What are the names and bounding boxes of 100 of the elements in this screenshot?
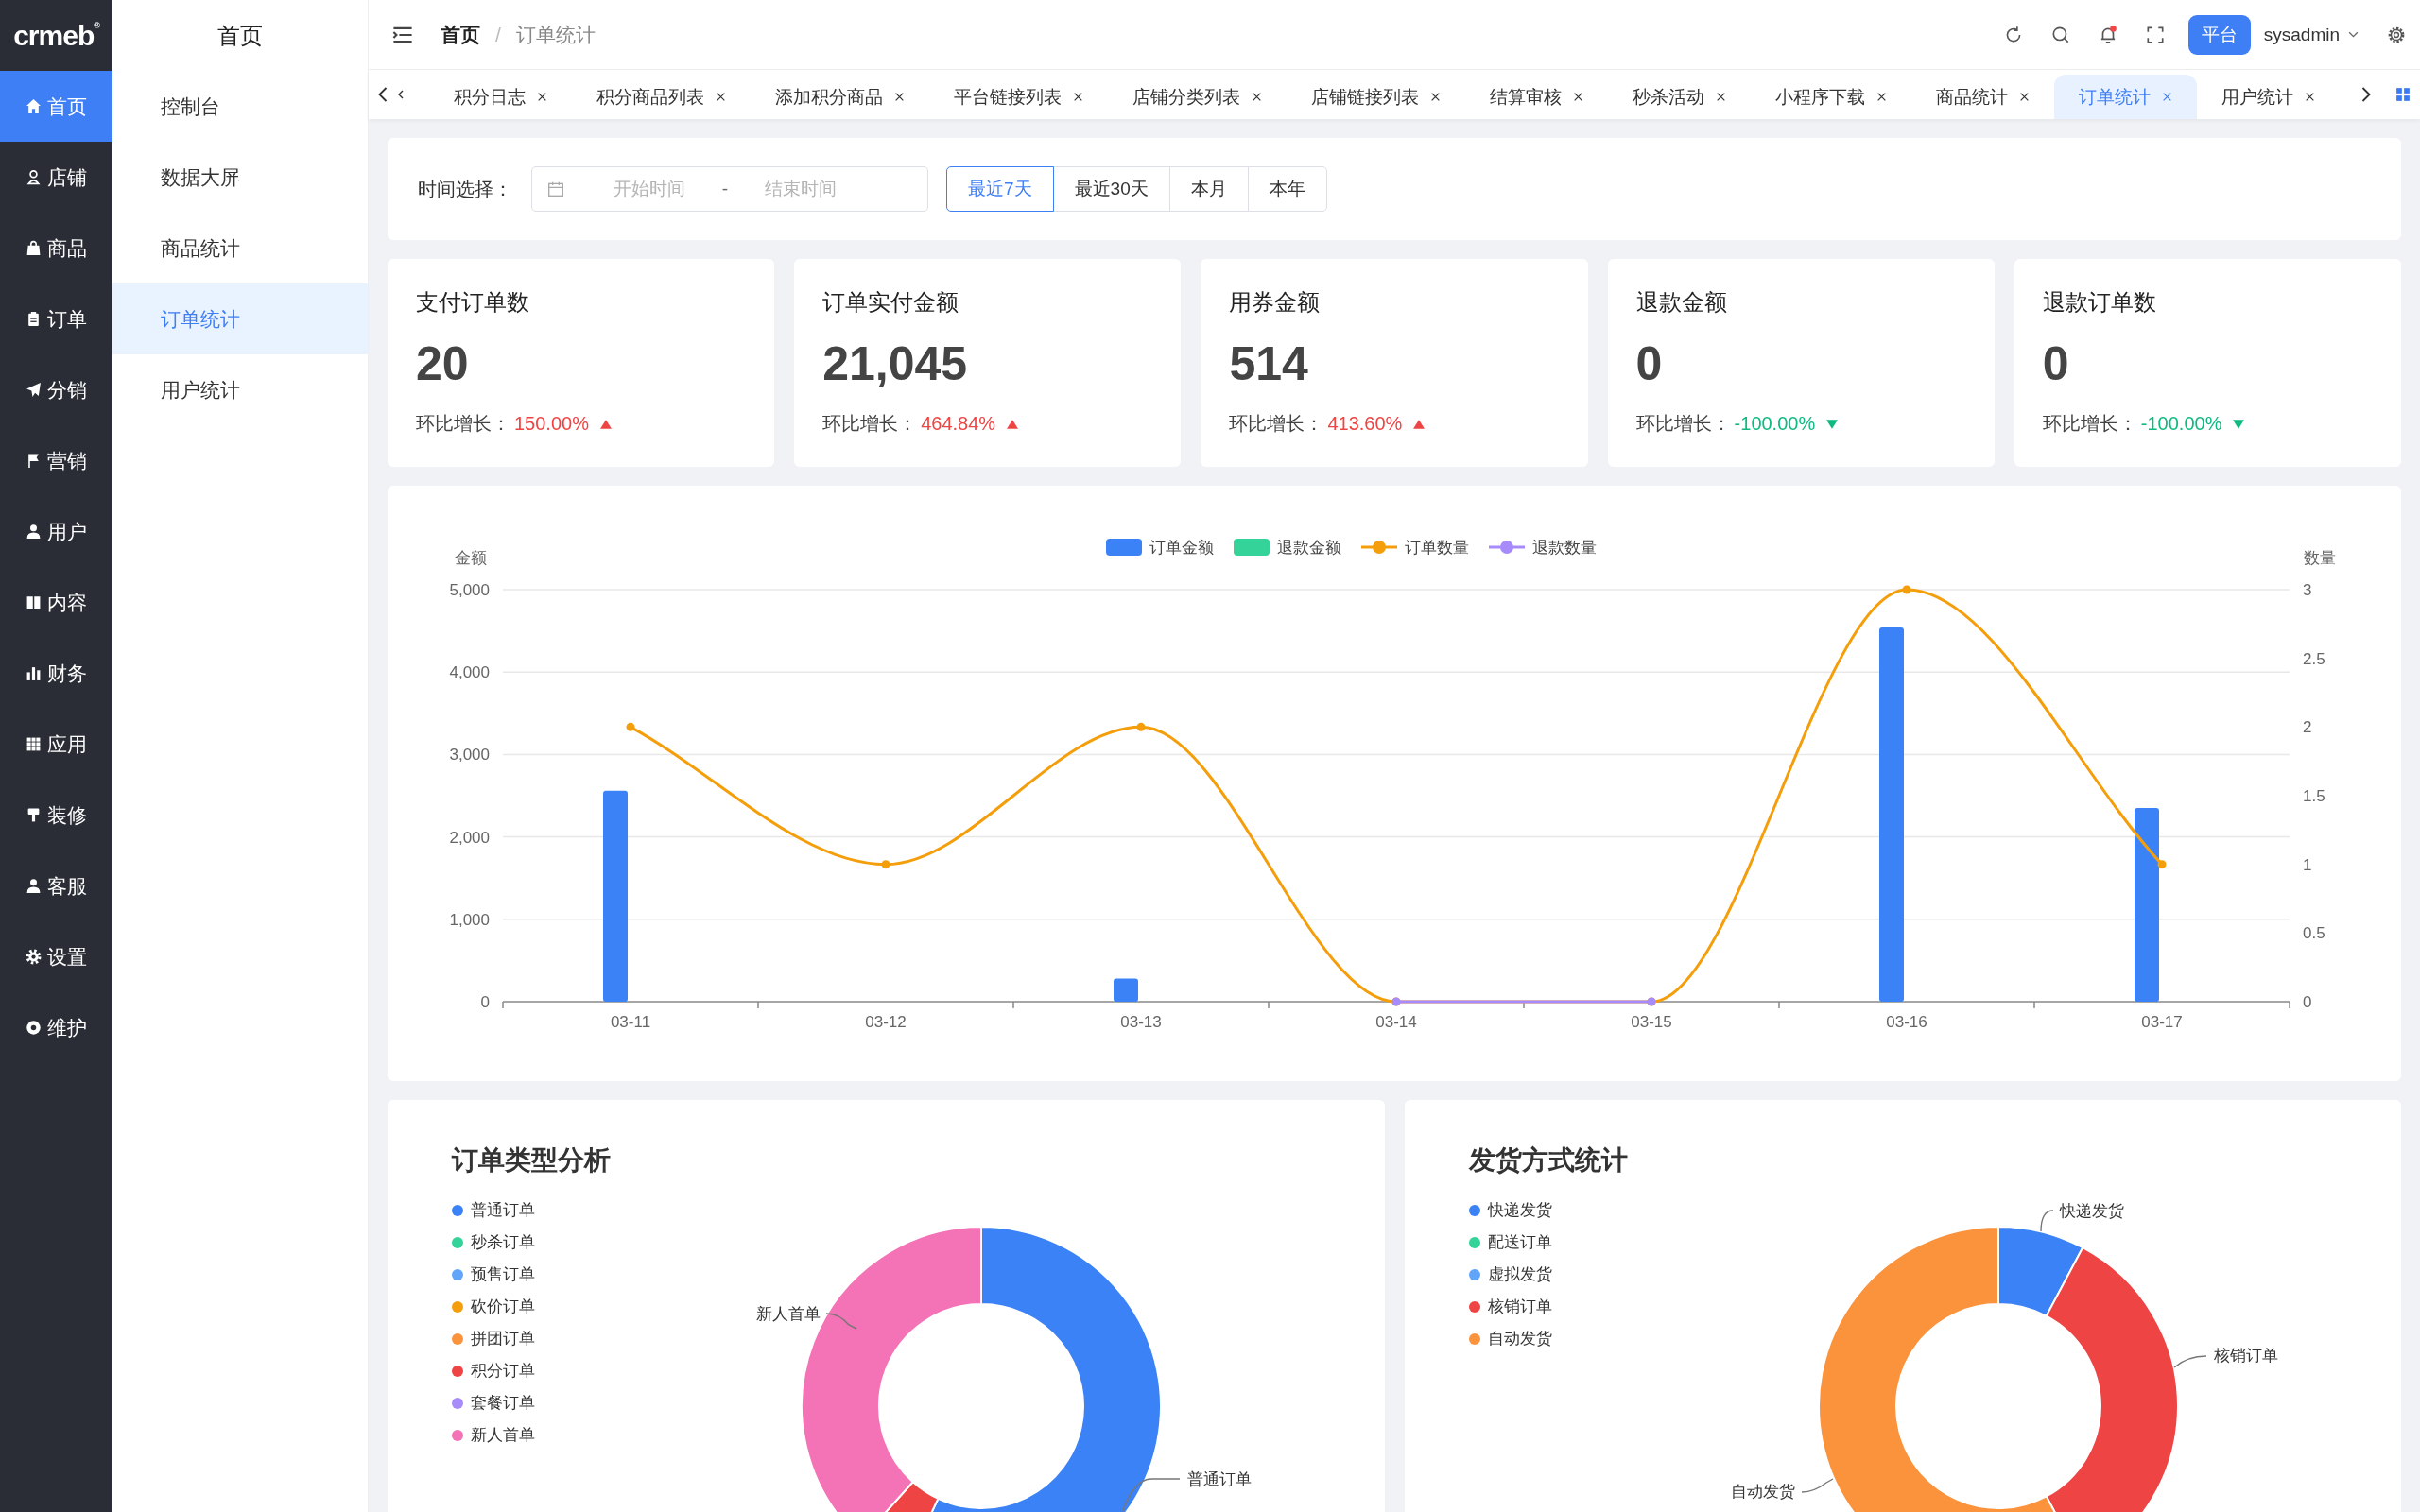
grid-icon[interactable] — [2395, 87, 2411, 102]
submenu-item[interactable]: 用户统计 — [112, 354, 368, 425]
legend-swatch — [1361, 541, 1397, 554]
close-icon[interactable] — [2305, 92, 2315, 102]
tab[interactable]: 店铺链接列表 — [1287, 75, 1465, 119]
x-tick-label: 03-14 — [1375, 1013, 1417, 1031]
chevron-right-icon[interactable] — [2360, 85, 2373, 104]
rail-item[interactable]: 店铺 — [0, 142, 112, 213]
y-tick-label: 4,000 — [449, 663, 490, 682]
breadcrumb-item: 订单统计 — [515, 22, 596, 47]
y-tick-label: 0 — [480, 993, 490, 1011]
legend-label[interactable]: 虚拟发货 — [1487, 1263, 1552, 1285]
start-date-placeholder: 开始时间 — [613, 178, 686, 200]
rail-item[interactable]: 首页 — [0, 71, 112, 142]
rail-item[interactable]: 客服 — [0, 850, 112, 921]
chevron-left-icon[interactable] — [376, 85, 389, 104]
rail-item[interactable]: 设置 — [0, 921, 112, 992]
tab[interactable]: 小程序下载 — [1751, 75, 1911, 119]
range-button[interactable]: 最近30天 — [1052, 166, 1170, 212]
legend-label[interactable]: 配送订单 — [1487, 1231, 1552, 1253]
rail-item[interactable]: 商品 — [0, 213, 112, 284]
triangle-up-icon — [1413, 419, 1426, 429]
tab[interactable]: 平台链接列表 — [929, 75, 1108, 119]
rail-item[interactable]: 维护 — [0, 992, 112, 1063]
date-range-field[interactable]: 开始时间 - 结束时间 — [531, 166, 928, 212]
rail-item[interactable]: 营销 — [0, 425, 112, 496]
range-button[interactable]: 本月 — [1168, 166, 1249, 212]
tab[interactable]: 积分商品列表 — [572, 75, 751, 119]
legend-label[interactable]: 订单金额 — [1150, 539, 1214, 557]
legend-label[interactable]: 自动发货 — [1487, 1328, 1552, 1349]
triangle-up-icon — [1007, 419, 1019, 429]
legend-label[interactable]: 预售订单 — [471, 1263, 535, 1285]
leader-line — [825, 1313, 857, 1330]
close-icon[interactable] — [1716, 92, 1726, 102]
triangle-up-icon — [599, 419, 612, 429]
calendar-icon — [547, 180, 564, 198]
tab[interactable]: 秒杀活动 — [1608, 75, 1751, 119]
leader-line — [1119, 1478, 1181, 1512]
close-icon[interactable] — [1430, 92, 1441, 102]
platform-button[interactable]: 平台 — [2187, 14, 2251, 55]
card-title: 订单类型分析 — [452, 1144, 612, 1177]
tab[interactable]: 添加积分商品 — [751, 75, 929, 119]
submenu-item[interactable]: 商品统计 — [112, 213, 368, 284]
legend-label[interactable]: 普通订单 — [471, 1199, 535, 1221]
legend-label[interactable]: 退款金额 — [1277, 539, 1341, 557]
close-icon[interactable] — [1073, 92, 1083, 102]
fullscreen-icon[interactable] — [2144, 24, 2166, 45]
legend-label[interactable]: 订单数量 — [1405, 539, 1469, 557]
filter-label: 时间选择： — [418, 177, 512, 201]
stat-title: 支付订单数 — [416, 288, 530, 317]
submenu-item[interactable]: 数据大屏 — [112, 142, 368, 213]
y-axis-title: 金额 — [455, 549, 487, 567]
slice-label: 普通订单 — [1187, 1470, 1252, 1488]
close-icon[interactable] — [1573, 92, 1583, 102]
tab[interactable]: 店铺分类列表 — [1108, 75, 1287, 119]
breadcrumb-item[interactable]: 首页 — [441, 21, 480, 48]
slice-label: 自动发货 — [1730, 1483, 1795, 1501]
tab[interactable]: 结算审核 — [1465, 75, 1608, 119]
range-button[interactable]: 本年 — [1247, 166, 1327, 212]
rail-item[interactable]: 财务 — [0, 638, 112, 709]
legend-label[interactable]: 拼团订单 — [471, 1328, 535, 1349]
close-icon[interactable] — [1876, 92, 1887, 102]
point — [1902, 585, 1911, 594]
tab[interactable]: 积分日志 — [429, 75, 572, 119]
legend-label[interactable]: 积分订单 — [471, 1360, 535, 1382]
slice-label: 快递发货 — [2059, 1202, 2124, 1220]
point — [626, 722, 635, 731]
legend-label[interactable]: 退款数量 — [1532, 539, 1597, 557]
legend-label[interactable]: 套餐订单 — [471, 1392, 535, 1414]
y-tick-label: 1,000 — [449, 910, 490, 929]
rail-item[interactable]: 内容 — [0, 567, 112, 638]
breadcrumb-separator: / — [495, 23, 501, 46]
rail-item[interactable]: 分销 — [0, 354, 112, 425]
submenu-item[interactable]: 控制台 — [112, 71, 368, 142]
close-icon[interactable] — [537, 92, 547, 102]
close-icon[interactable] — [716, 92, 726, 102]
rail-item[interactable]: 用户 — [0, 496, 112, 567]
point — [1136, 722, 1146, 731]
leader-line — [2172, 1355, 2207, 1368]
rail-item[interactable]: 订单 — [0, 284, 112, 354]
range-button[interactable]: 最近7天 — [946, 166, 1054, 212]
close-icon[interactable] — [2019, 92, 2030, 102]
legend-label[interactable]: 快递发货 — [1487, 1199, 1552, 1221]
grid-icon — [26, 736, 42, 752]
tab[interactable]: 商品统计 — [1911, 75, 2054, 119]
user-menu[interactable]: sysadmin — [2263, 24, 2360, 45]
close-icon[interactable] — [894, 92, 905, 102]
legend-label[interactable]: 秒杀订单 — [471, 1231, 535, 1253]
gear-icon — [26, 949, 42, 965]
rail-item[interactable]: 应用 — [0, 709, 112, 780]
rail-item[interactable]: 装修 — [0, 780, 112, 850]
point — [2157, 860, 2167, 869]
range-separator: - — [720, 179, 730, 199]
legend-label[interactable]: 新人首单 — [471, 1424, 535, 1446]
tab[interactable]: 用户统计 — [2197, 75, 2340, 119]
growth-value: 464.84% — [921, 413, 996, 435]
close-icon[interactable] — [1252, 92, 1262, 102]
legend-label[interactable]: 核销订单 — [1487, 1296, 1552, 1317]
y-tick-label: 1 — [2303, 855, 2312, 874]
legend-label[interactable]: 砍价订单 — [471, 1296, 535, 1317]
